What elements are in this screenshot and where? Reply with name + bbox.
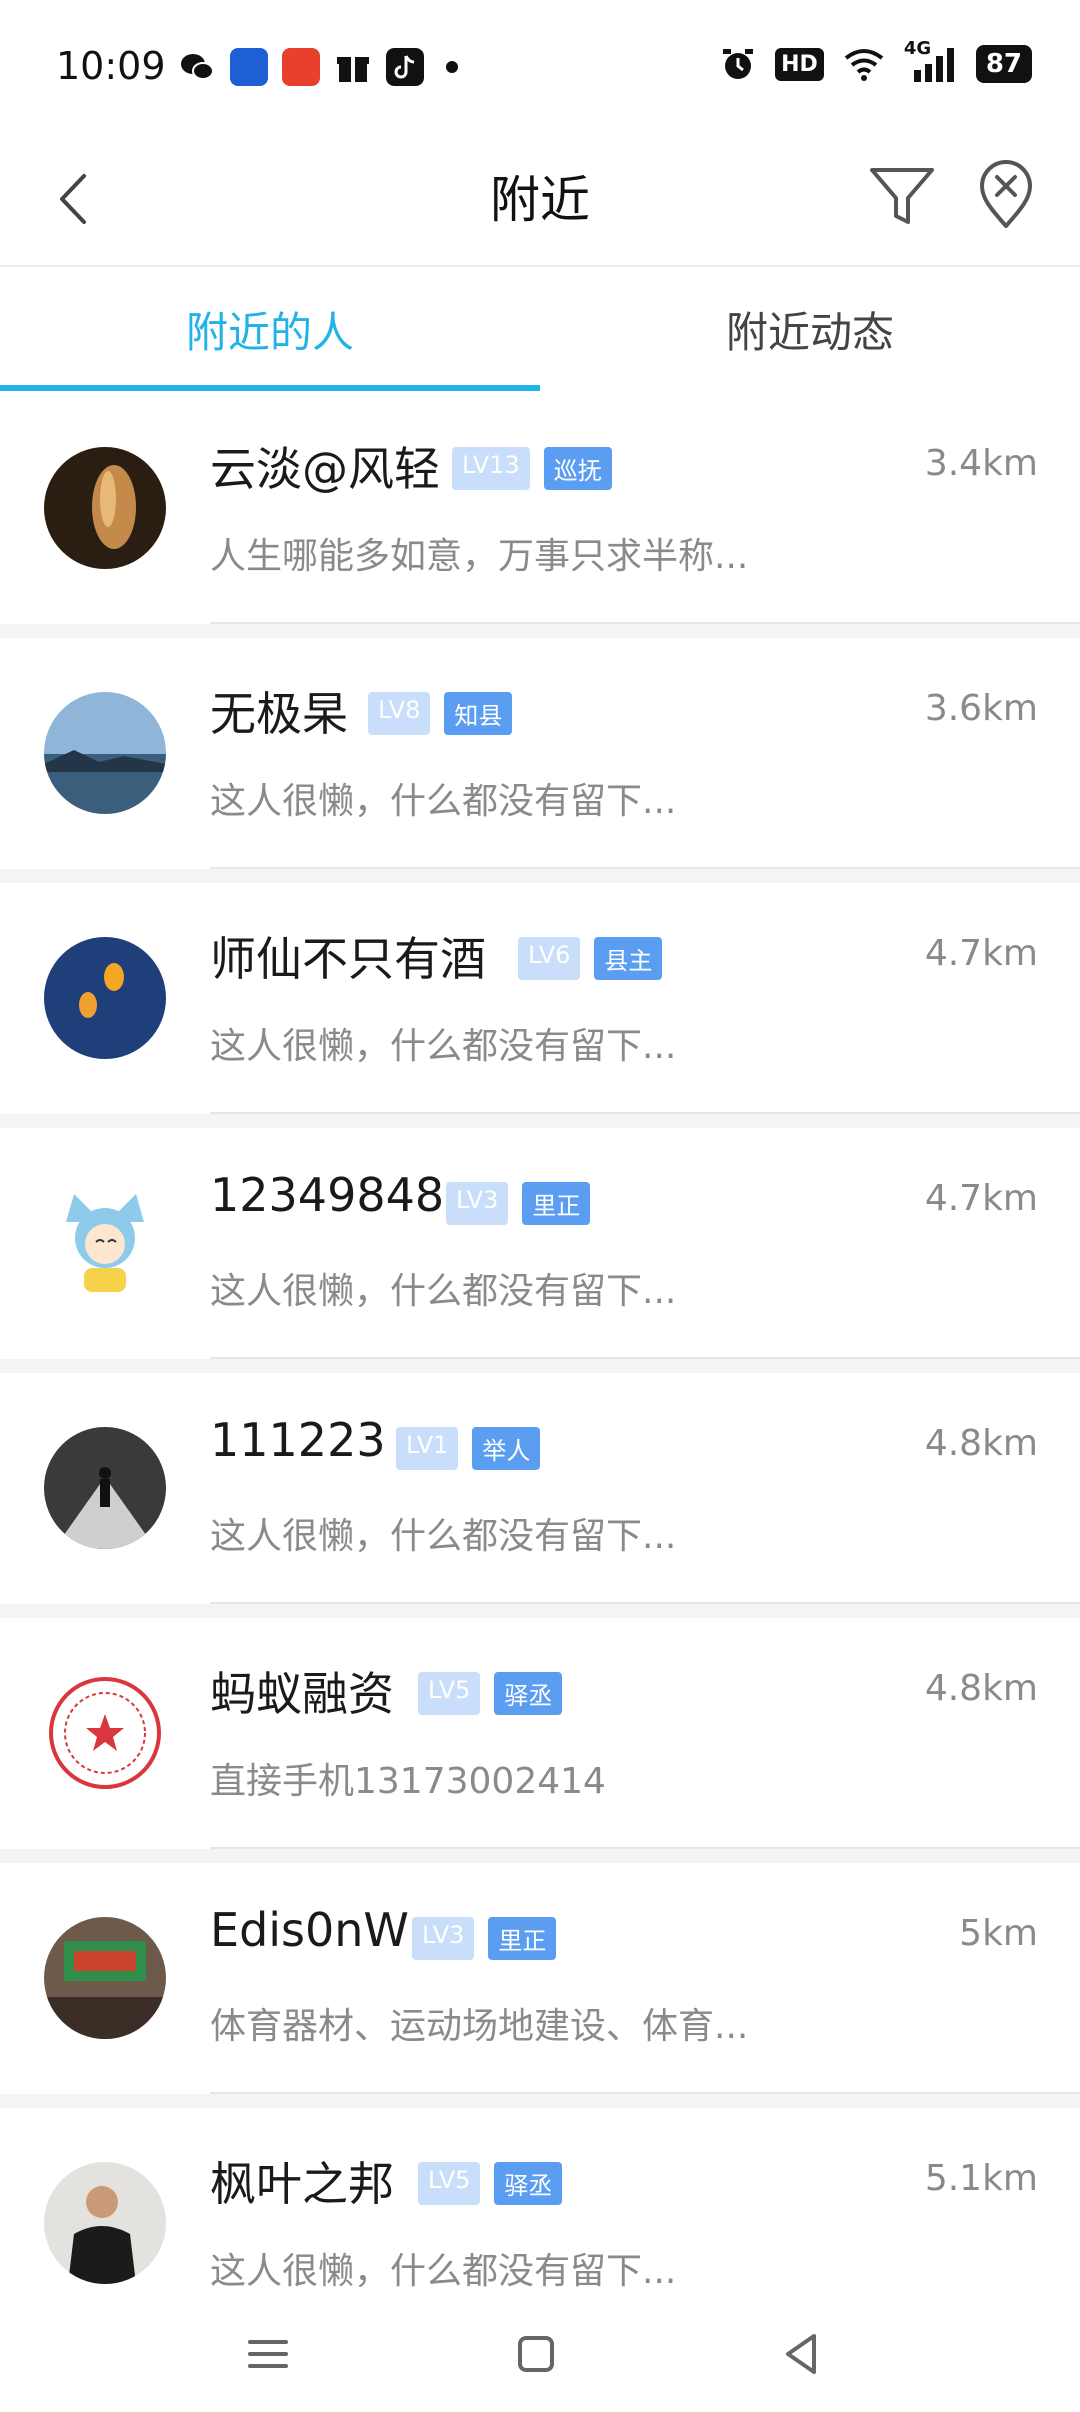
level-badge: LV1: [396, 1427, 459, 1470]
level-badge: LV13: [452, 447, 530, 490]
status-bar: 10:09 HD 4G 87: [0, 0, 1080, 130]
top-bar: 附近: [0, 130, 1080, 267]
user-name: 111223: [210, 1413, 386, 1467]
distance: 3.6km: [924, 688, 1038, 729]
divider: [210, 2092, 1080, 2094]
distance: 4.8km: [924, 1668, 1038, 1709]
avatar[interactable]: [44, 937, 166, 1059]
avatar[interactable]: [44, 2162, 166, 2284]
level-badge: LV6: [518, 937, 581, 980]
divider: [210, 1112, 1080, 1114]
level-badge: LV8: [368, 692, 431, 735]
alarm-icon: [723, 49, 754, 79]
distance: 3.4km: [924, 443, 1038, 484]
system-icons: HD 4G 87: [719, 38, 1032, 84]
app-icon-red: [282, 48, 320, 86]
wifi-icon: [844, 49, 884, 81]
level-badge: LV3: [446, 1182, 509, 1225]
user-badges: LV3 里正: [412, 1917, 557, 1960]
avatar[interactable]: [44, 1917, 166, 2039]
user-badges: LV5 驿丞: [418, 2162, 563, 2205]
menu-icon[interactable]: [238, 2324, 298, 2384]
user-name: Edis0nW: [210, 1903, 409, 1957]
user-bio: 人生哪能多如意，万事只求半称...: [210, 536, 749, 577]
list-item[interactable]: 师仙不只有酒 LV6 县主 4.7km 这人很懒，什么都没有留下...: [0, 883, 1080, 1128]
app-icon-blue: [230, 48, 268, 86]
user-bio: 这人很懒，什么都没有留下...: [210, 1516, 677, 1557]
user-badges: LV1 举人: [396, 1427, 541, 1470]
user-badges: LV5 驿丞: [418, 1672, 563, 1715]
user-name: 蚂蚁融资: [210, 1667, 394, 1721]
list-item[interactable]: 12349848 LV3 里正 4.7km 这人很懒，什么都没有留下...: [0, 1128, 1080, 1373]
filter-icon[interactable]: [866, 154, 938, 234]
user-bio: 这人很懒，什么都没有留下...: [210, 1271, 677, 1312]
user-badges: LV13 巡抚: [452, 447, 612, 490]
user-badges: LV6 县主: [518, 937, 663, 980]
user-name: 枫叶之邦: [210, 2157, 394, 2211]
user-bio: 这人很懒，什么都没有留下...: [210, 1026, 677, 1067]
hd-badge: HD: [775, 47, 824, 81]
system-nav-bar: [0, 2290, 1080, 2412]
cell-signal: 4G: [904, 38, 958, 84]
rank-badge: 驿丞: [494, 1672, 563, 1715]
tab-bar: 附近的人 附近动态: [0, 265, 1080, 395]
rank-badge: 县主: [594, 937, 663, 980]
divider: [210, 1602, 1080, 1604]
active-tab-indicator: [0, 385, 540, 391]
user-name: 师仙不只有酒: [210, 932, 486, 986]
list-item[interactable]: Edis0nW LV3 里正 5km 体育器材、运动场地建设、体育...: [0, 1863, 1080, 2108]
distance: 4.8km: [924, 1423, 1038, 1464]
rank-badge: 里正: [488, 1917, 557, 1960]
rank-badge: 举人: [472, 1427, 541, 1470]
list-item[interactable]: 蚂蚁融资 LV5 驿丞 4.8km 直接手机13173002414: [0, 1618, 1080, 1863]
signal-icon: [913, 48, 954, 82]
distance: 5.1km: [924, 2158, 1038, 2199]
clear-location-icon[interactable]: [976, 156, 1036, 236]
list-item[interactable]: 云淡@风轻 LV13 巡抚 3.4km 人生哪能多如意，万事只求半称...: [0, 393, 1080, 638]
tiktok-icon: [386, 48, 424, 86]
user-bio: 直接手机13173002414: [210, 1761, 606, 1802]
avatar[interactable]: [44, 1182, 166, 1304]
user-name: 无极杲: [210, 687, 348, 741]
rank-badge: 里正: [522, 1182, 591, 1225]
distance: 4.7km: [924, 933, 1038, 974]
back-nav-icon[interactable]: [772, 2324, 832, 2384]
divider: [210, 1847, 1080, 1849]
home-icon[interactable]: [506, 2324, 566, 2384]
avatar[interactable]: [44, 447, 166, 569]
level-badge: LV5: [418, 1672, 481, 1715]
rank-badge: 知县: [444, 692, 513, 735]
distance: 5km: [959, 1913, 1038, 1954]
status-time: 10:09: [56, 44, 166, 88]
divider: [210, 867, 1080, 869]
level-badge: LV5: [418, 2162, 481, 2205]
avatar[interactable]: [44, 692, 166, 814]
tab-nearby-posts[interactable]: 附近动态: [540, 265, 1080, 393]
distance: 4.7km: [924, 1178, 1038, 1219]
divider: [210, 622, 1080, 624]
battery-indicator: 87: [975, 45, 1032, 83]
user-badges: LV8 知县: [368, 692, 513, 735]
divider: [210, 1357, 1080, 1359]
notification-icons: [178, 48, 458, 86]
nearby-user-list: 云淡@风轻 LV13 巡抚 3.4km 人生哪能多如意，万事只求半称... 无极…: [0, 393, 1080, 2353]
user-bio: 这人很懒，什么都没有留下...: [210, 781, 677, 822]
more-notifications-dot: [446, 61, 458, 73]
rank-badge: 驿丞: [494, 2162, 563, 2205]
rank-badge: 巡抚: [543, 447, 612, 490]
gift-icon: [337, 57, 369, 82]
wechat-icon: [181, 54, 214, 80]
list-item[interactable]: 无极杲 LV8 知县 3.6km 这人很懒，什么都没有留下...: [0, 638, 1080, 883]
level-badge: LV3: [412, 1917, 475, 1960]
user-bio: 体育器材、运动场地建设、体育...: [210, 2006, 749, 2047]
user-badges: LV3 里正: [446, 1182, 591, 1225]
avatar[interactable]: [44, 1672, 166, 1794]
user-name: 12349848: [210, 1168, 445, 1222]
user-name: 云淡@风轻: [210, 442, 440, 496]
avatar[interactable]: [44, 1427, 166, 1549]
tab-nearby-people[interactable]: 附近的人: [0, 265, 540, 393]
list-item[interactable]: 111223 LV1 举人 4.8km 这人很懒，什么都没有留下...: [0, 1373, 1080, 1618]
user-bio: 这人很懒，什么都没有留下...: [210, 2251, 677, 2292]
